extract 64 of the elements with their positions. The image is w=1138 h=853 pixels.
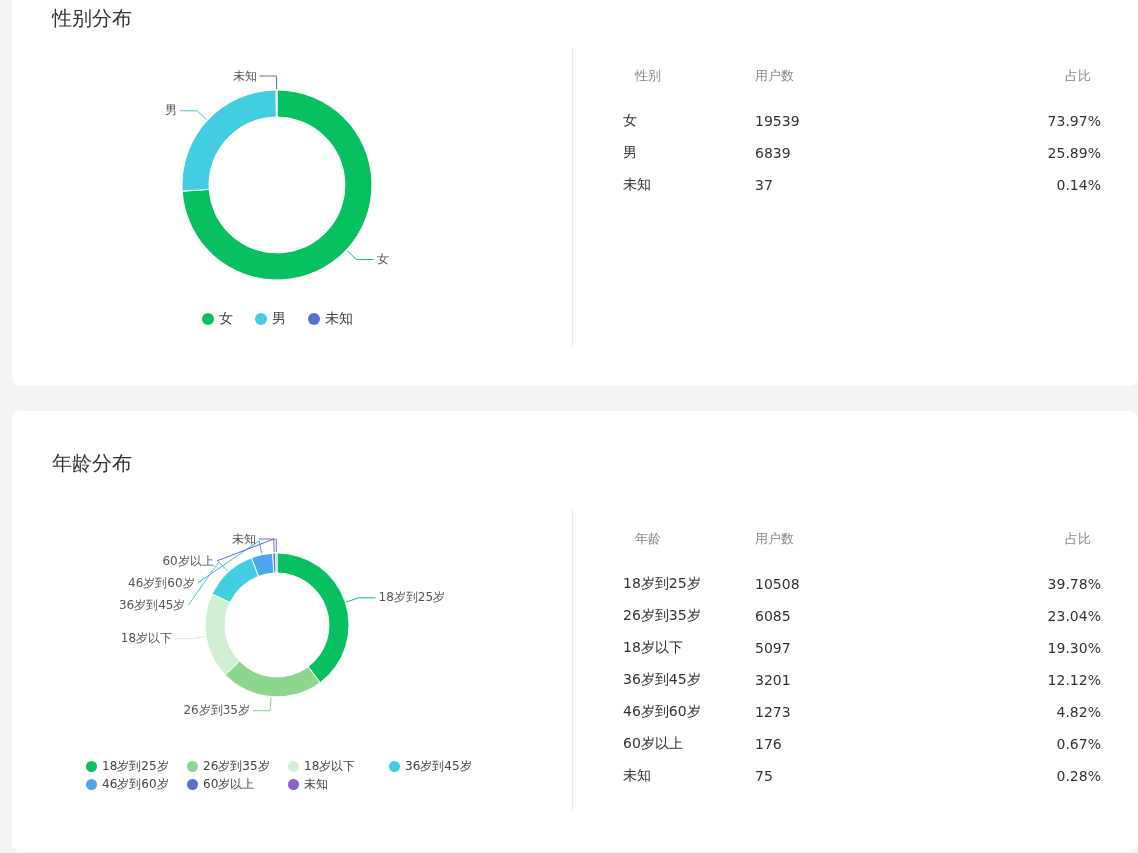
table-cell: 73.97% — [1047, 113, 1101, 129]
leader-line — [345, 597, 377, 603]
table-cell-text: 10508 — [755, 576, 801, 592]
slice-label: 未知 — [232, 531, 257, 546]
column-header: 性别 — [634, 67, 662, 85]
slice-label: 60岁以上 — [162, 553, 214, 568]
slice-label: 36岁到45岁 — [118, 597, 186, 612]
table-cell-text: 女 — [623, 112, 638, 130]
slice-label: 男 — [165, 103, 178, 118]
legend-label: 未知 — [304, 776, 328, 793]
slice-label: 46岁到60岁 — [128, 575, 195, 590]
table-cell-text: 26岁到35岁 — [623, 607, 702, 625]
table-cell: 12.12% — [1047, 672, 1101, 688]
slice-label: 未知 — [232, 68, 257, 83]
table-cell-text: 6085 — [755, 608, 792, 624]
table-cell: 25.89% — [1047, 145, 1101, 161]
legend-label: 18岁到25岁 — [102, 758, 169, 775]
leader-line — [174, 636, 206, 640]
table-cell-text: 5097 — [755, 640, 792, 656]
table-cell-text: 未知 — [623, 176, 652, 194]
table-cell-text: 37 — [755, 177, 774, 193]
table-cell: 4.82% — [1056, 704, 1101, 720]
table-cell-text: 19539 — [755, 113, 801, 129]
legend-label: 60岁以上 — [203, 776, 255, 793]
table-cell: 19.30% — [1047, 640, 1101, 656]
table-cell-text: 3201 — [755, 672, 792, 688]
legend-label: 18岁以下 — [304, 758, 356, 775]
table-cell-text: 未知 — [623, 767, 652, 785]
table-cell-text: 1273 — [755, 704, 792, 720]
legend-label: 36岁到45岁 — [405, 758, 472, 775]
slice-label: 18岁以下 — [120, 631, 173, 646]
leader-line — [259, 75, 278, 90]
slice-label: 女 — [376, 252, 389, 267]
column-header: 占比 — [1065, 530, 1092, 548]
table-cell: 0.14% — [1056, 177, 1101, 193]
column-header: 用户数 — [755, 530, 795, 548]
table-cell: 0.67% — [1056, 736, 1101, 752]
legend-label: 未知 — [324, 310, 353, 328]
legend-label: 26岁到35岁 — [203, 758, 270, 775]
leader-line — [252, 697, 272, 712]
table-cell-text: 18岁到25岁 — [623, 575, 702, 593]
column-header: 占比 — [1065, 67, 1092, 85]
leader-line — [346, 250, 375, 261]
table-cell-text: 46岁到60岁 — [623, 703, 702, 721]
table-cell-text: 60岁以上 — [623, 735, 684, 753]
table-cell-text: 18岁以下 — [623, 639, 684, 657]
table-cell-text: 36岁到45岁 — [623, 671, 702, 689]
table-cell: 0.28% — [1056, 768, 1101, 784]
column-header: 年龄 — [634, 530, 662, 548]
table-cell-text: 75 — [755, 768, 774, 784]
legend-label: 女 — [218, 310, 233, 328]
column-header: 用户数 — [755, 67, 795, 85]
leader-line — [179, 110, 208, 121]
section-title: 年龄分布 — [52, 451, 132, 475]
slice-label: 18岁到25岁 — [378, 590, 446, 605]
legend-label: 男 — [271, 310, 286, 328]
slice-label: 26岁到35岁 — [183, 703, 250, 718]
section-title: 性别分布 — [52, 6, 132, 30]
table-cell-text: 6839 — [755, 145, 792, 161]
legend-label: 46岁到60岁 — [102, 776, 169, 793]
table-cell-text: 176 — [755, 736, 783, 752]
table-cell: 39.78% — [1047, 576, 1101, 592]
table-cell-text: 男 — [623, 144, 638, 162]
table-cell: 23.04% — [1047, 608, 1101, 624]
